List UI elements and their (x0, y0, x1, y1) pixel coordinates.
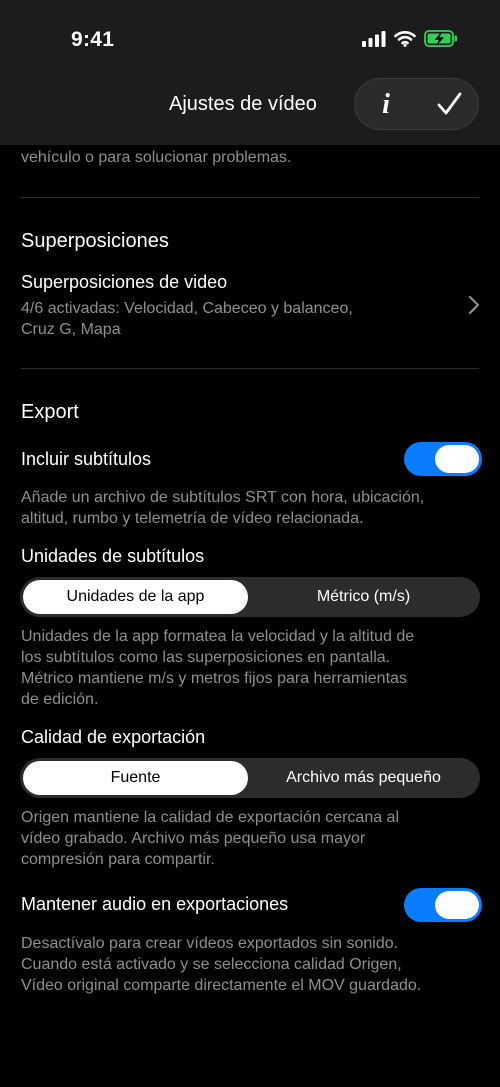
segment-smaller-file[interactable]: Archivo más pequeño (250, 761, 477, 795)
export-quality-segmented-control: Fuente Archivo más pequeño (20, 758, 480, 798)
info-icon[interactable]: i (375, 88, 397, 122)
video-settings-screen: vehículo o para solucionar problemas. Su… (0, 0, 500, 1087)
keep-audio-desc-line3: Vídeo original comparte directamente el … (21, 977, 422, 994)
overlays-row-title: Superposiciones de video (21, 272, 228, 292)
overlays-row-detail-line1: 4/6 activadas: Velocidad, Cabeceo y bala… (21, 300, 353, 317)
segment-metric[interactable]: Métrico (m/s) (250, 580, 477, 614)
segment-source[interactable]: Fuente (23, 761, 248, 795)
keep-audio-label: Mantener audio en exportaciones (21, 894, 289, 914)
include-subtitles-desc-line2: altitud, rumbo y telemetría de vídeo rel… (21, 510, 364, 527)
keep-audio-desc-line1: Desactívalo para crear vídeos exportados… (21, 935, 399, 952)
navigation-header: 9:41 Ajustes de vídeo i (0, 0, 500, 145)
segment-app-units[interactable]: Unidades de la app (23, 580, 248, 614)
keep-audio-desc-line2: Cuando está activado y se selecciona cal… (21, 956, 402, 973)
page-title: Ajustes de vídeo (169, 93, 317, 115)
subtitle-units-label: Unidades de subtítulos (21, 546, 205, 566)
subtitle-units-desc-line4: de edición. (21, 691, 99, 708)
wifi-icon (394, 31, 416, 47)
divider (21, 368, 479, 369)
battery-charging-icon (424, 30, 457, 47)
include-subtitles-label: Incluir subtítulos (21, 449, 152, 469)
overlays-section-title: Superposiciones (21, 230, 169, 252)
subtitle-units-segmented-control: Unidades de la app Métrico (m/s) (20, 577, 480, 617)
checkmark-icon[interactable] (436, 91, 462, 117)
chevron-right-icon (468, 295, 480, 315)
toggle-knob (435, 891, 479, 919)
subtitle-units-desc-line1: Unidades de la app formatea la velocidad… (21, 628, 415, 645)
subtitle-units-desc-line3: Métrico mantiene m/s y metros fijos para… (21, 670, 407, 687)
export-quality-label: Calidad de exportación (21, 727, 206, 747)
intro-description: vehículo o para solucionar problemas. (21, 149, 292, 166)
subtitle-units-desc-line2: los subtítulos como las superposiciones … (21, 649, 391, 666)
keep-audio-toggle[interactable] (404, 888, 482, 922)
export-quality-desc-line1: Origen mantiene la calidad de exportació… (21, 809, 400, 826)
export-section-title: Export (21, 401, 79, 423)
nav-actions-pill: i (354, 78, 479, 130)
signal-icon (362, 30, 386, 47)
overlays-row-detail-line2: Cruz G, Mapa (21, 321, 121, 338)
status-icons (362, 30, 458, 47)
include-subtitles-desc-line1: Añade un archivo de subtítulos SRT con h… (21, 489, 425, 506)
overlays-row[interactable]: Superposiciones de video 4/6 activadas: … (0, 262, 500, 350)
include-subtitles-toggle[interactable] (404, 442, 482, 476)
toggle-knob (435, 445, 479, 473)
export-quality-desc-line3: compresión para compartir. (21, 851, 215, 868)
status-time: 9:41 (71, 28, 115, 51)
divider (21, 197, 479, 198)
export-quality-desc-line2: vídeo grabado. Archivo más pequeño usa m… (21, 830, 366, 847)
